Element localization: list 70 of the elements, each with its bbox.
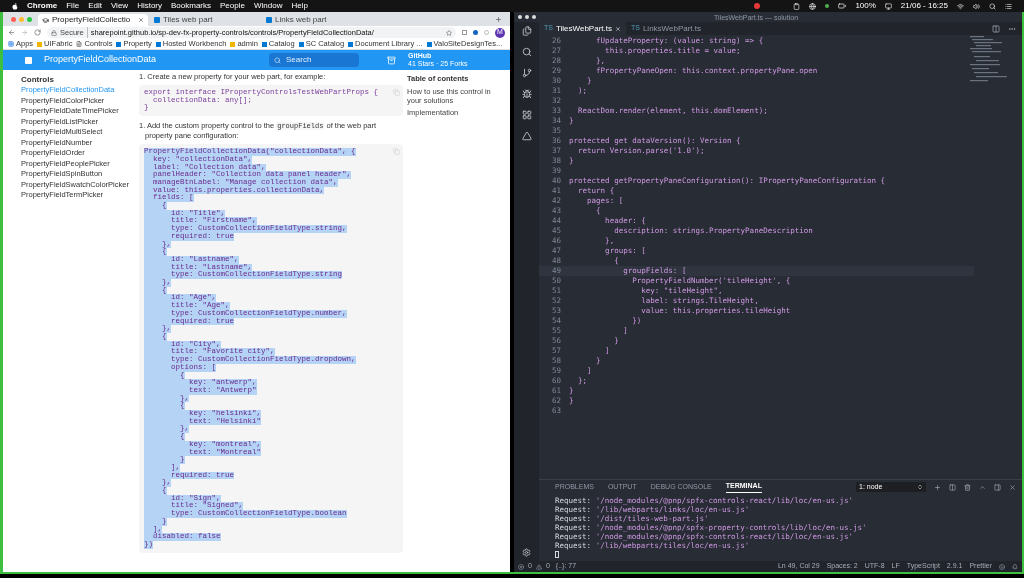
volume-icon xyxy=(973,2,980,10)
warning-icon xyxy=(535,563,542,570)
back-icon[interactable] xyxy=(8,29,15,36)
app-menu[interactable]: Chrome xyxy=(27,1,58,11)
close-tab-icon[interactable] xyxy=(614,25,621,32)
triangle-icon[interactable] xyxy=(521,131,532,141)
record-icon xyxy=(754,3,761,9)
bookmark-icon xyxy=(116,41,122,47)
nav-heading: Controls xyxy=(21,74,55,85)
split-terminal-icon[interactable] xyxy=(949,483,956,491)
battery-icon xyxy=(838,2,847,10)
extension-icon[interactable] xyxy=(462,30,467,35)
browser-tab[interactable]: Tiles web part xyxy=(150,14,260,26)
terminal-cursor xyxy=(555,551,559,558)
browser-tab[interactable]: PropertyFieldCollectio xyxy=(38,14,148,26)
menu-item[interactable]: History xyxy=(137,1,162,11)
bookmark-icon xyxy=(298,41,304,47)
source-control-icon[interactable] xyxy=(521,68,532,78)
new-terminal-icon[interactable] xyxy=(934,483,941,491)
bookmark-icon xyxy=(37,41,43,47)
menu-item[interactable]: Help xyxy=(291,1,308,11)
menu-item[interactable]: Bookmarks xyxy=(171,1,212,11)
search-field[interactable]: Search xyxy=(269,53,359,67)
menu-item[interactable]: Edit xyxy=(88,1,102,11)
maximize-panel-icon[interactable] xyxy=(979,483,986,491)
bookmark-icon xyxy=(155,41,161,47)
bookmark-icon xyxy=(230,41,236,47)
wifi-icon xyxy=(957,2,964,10)
search-icon[interactable] xyxy=(521,47,532,57)
apps-icon xyxy=(8,41,14,47)
search-icon xyxy=(989,2,996,10)
clipboard-icon xyxy=(793,2,801,10)
menu-item[interactable]: Window xyxy=(253,1,283,11)
smiley-icon[interactable] xyxy=(999,563,1005,570)
bookmark-icon xyxy=(426,41,432,47)
graduation-cap-icon xyxy=(42,16,49,24)
browser-tab[interactable]: Links web part xyxy=(262,14,372,26)
close-window-icon[interactable] xyxy=(11,16,16,22)
sharepoint-logo-icon xyxy=(25,56,32,64)
apple-icon xyxy=(12,2,18,10)
debug-icon[interactable] xyxy=(521,89,532,99)
new-tab-icon[interactable] xyxy=(495,16,502,23)
list-icon xyxy=(1005,2,1012,10)
error-icon xyxy=(518,563,524,570)
split-editor-icon[interactable] xyxy=(992,24,1000,33)
star-icon[interactable] xyxy=(446,29,452,36)
bookmark-icon xyxy=(261,41,267,47)
monitor-icon xyxy=(884,2,892,10)
extensions-icon[interactable] xyxy=(521,110,532,120)
bell-icon[interactable] xyxy=(1012,563,1018,570)
site-title: PropertyFieldCollectionData xyxy=(44,53,158,67)
menu-item[interactable]: People xyxy=(220,1,245,11)
page-icon xyxy=(76,41,83,47)
close-panel-icon[interactable] xyxy=(1009,483,1016,491)
close-tab-icon[interactable] xyxy=(138,17,144,23)
menu-item[interactable]: View xyxy=(110,1,129,11)
settings-icon[interactable] xyxy=(522,548,531,557)
menu-item[interactable]: File xyxy=(66,1,80,11)
bookmark-icon xyxy=(348,41,354,47)
search-icon xyxy=(274,56,281,64)
globe-icon xyxy=(809,2,817,10)
trash-icon[interactable] xyxy=(964,483,971,491)
panel-layout-icon[interactable] xyxy=(994,483,1001,491)
clock: 21/06 - 16:25 xyxy=(900,1,948,11)
lock-icon xyxy=(51,29,57,36)
reload-icon[interactable] xyxy=(34,29,41,36)
extension-icon[interactable] xyxy=(473,30,478,35)
battery-percent: 100% xyxy=(855,1,876,11)
dropdown-icon xyxy=(917,484,923,490)
files-icon[interactable] xyxy=(521,26,532,36)
